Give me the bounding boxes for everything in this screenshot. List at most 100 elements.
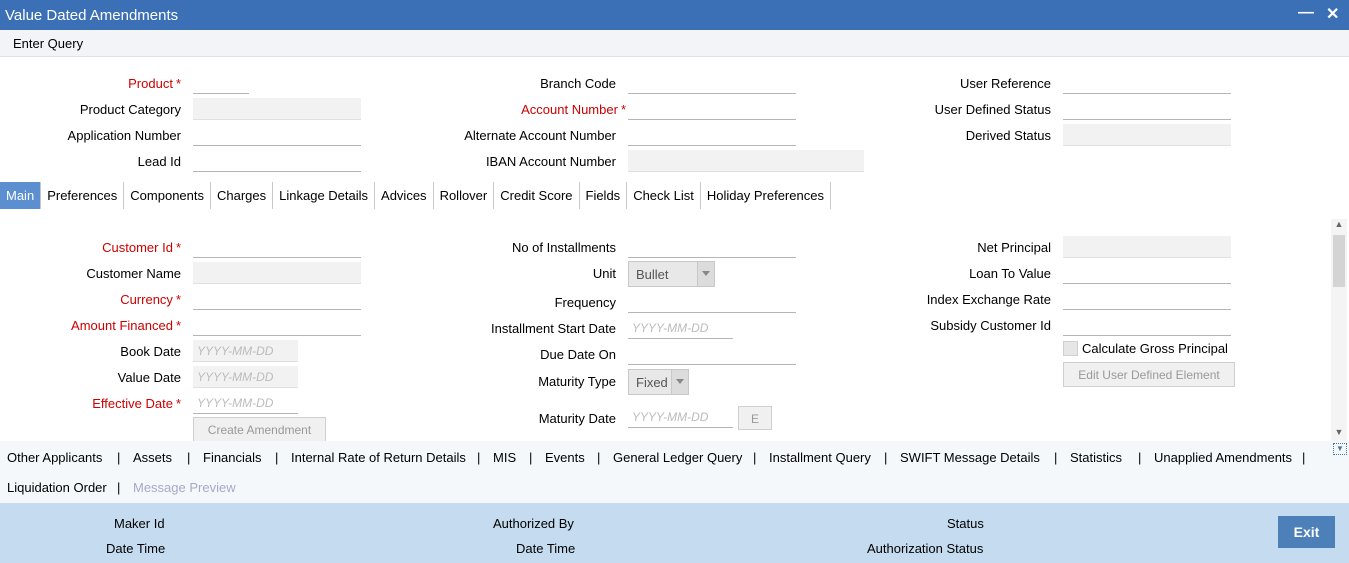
calculate-gross-principal-label: Calculate Gross Principal bbox=[1082, 341, 1228, 356]
link-separator: | bbox=[275, 450, 279, 465]
tab-fields[interactable]: Fields bbox=[580, 182, 628, 209]
book-date-input bbox=[193, 340, 298, 362]
link-statistics[interactable]: Statistics bbox=[1070, 450, 1122, 465]
product-input[interactable] bbox=[193, 72, 249, 94]
maturity-type-select[interactable]: Fixed bbox=[628, 369, 689, 395]
link-separator: | bbox=[753, 450, 757, 465]
tab-advices[interactable]: Advices bbox=[375, 182, 434, 209]
link-other-applicants[interactable]: Other Applicants bbox=[7, 450, 102, 465]
maturity-date-input[interactable] bbox=[628, 406, 733, 428]
customer-id-input[interactable] bbox=[193, 236, 361, 258]
account-number-label: Account Number * bbox=[521, 102, 626, 117]
calculate-gross-principal-checkbox[interactable] bbox=[1063, 341, 1078, 356]
link-separator: | bbox=[1138, 450, 1142, 465]
frequency-input[interactable] bbox=[628, 291, 796, 313]
user-reference-label: User Reference bbox=[959, 76, 1051, 91]
customer-id-label: Customer Id * bbox=[102, 240, 181, 255]
iban-account-number-label: IBAN Account Number bbox=[485, 154, 616, 169]
scroll-down-icon[interactable]: ▼ bbox=[1331, 427, 1347, 441]
subsidy-customer-id-input[interactable] bbox=[1063, 314, 1231, 336]
link-assets[interactable]: Assets bbox=[133, 450, 172, 465]
minimize-icon[interactable]: — bbox=[1298, 4, 1314, 22]
e-button[interactable]: E bbox=[738, 406, 772, 430]
alternate-account-number-input[interactable] bbox=[628, 124, 796, 146]
enter-query-menu[interactable]: Enter Query bbox=[13, 36, 83, 51]
derived-status-input bbox=[1063, 124, 1231, 146]
tab-charges[interactable]: Charges bbox=[211, 182, 274, 209]
amount-financed-label: Amount Financed * bbox=[71, 318, 181, 333]
checker-date-time-label: Date Time bbox=[516, 541, 576, 556]
tab-bar: Main Preferences Components Charges Link… bbox=[0, 182, 831, 209]
link-liquidation-order[interactable]: Liquidation Order bbox=[7, 480, 107, 495]
link-separator: | bbox=[117, 480, 121, 495]
link-separator: | bbox=[187, 450, 191, 465]
link-mis[interactable]: MIS bbox=[493, 450, 516, 465]
tab-main[interactable]: Main bbox=[0, 182, 42, 209]
authorized-by-label: Authorized By bbox=[493, 516, 574, 531]
application-number-input[interactable] bbox=[193, 124, 361, 146]
due-date-on-input[interactable] bbox=[628, 343, 796, 365]
menu-bar: Enter Query bbox=[0, 30, 1349, 57]
authorization-status-label: Authorization Status bbox=[867, 541, 984, 556]
link-separator: | bbox=[117, 450, 121, 465]
link-separator: | bbox=[477, 450, 481, 465]
create-amendment-button[interactable]: Create Amendment bbox=[193, 417, 326, 442]
branch-code-label: Branch Code bbox=[540, 76, 616, 91]
net-principal-label: Net Principal bbox=[977, 240, 1051, 255]
lead-id-input[interactable] bbox=[193, 150, 361, 172]
user-reference-input[interactable] bbox=[1063, 72, 1231, 94]
scrollbar-thumb[interactable] bbox=[1333, 235, 1345, 287]
effective-date-input[interactable] bbox=[193, 392, 298, 414]
link-general-ledger-query[interactable]: General Ledger Query bbox=[613, 450, 742, 465]
link-unapplied-amendments[interactable]: Unapplied Amendments bbox=[1154, 450, 1292, 465]
iban-account-number-input bbox=[628, 150, 864, 172]
link-events[interactable]: Events bbox=[545, 450, 585, 465]
edit-user-defined-element-button[interactable]: Edit User Defined Element bbox=[1063, 362, 1235, 387]
user-defined-status-input[interactable] bbox=[1063, 98, 1231, 120]
tab-credit-score[interactable]: Credit Score bbox=[494, 182, 580, 209]
maker-id-label: Maker Id bbox=[114, 516, 165, 531]
link-internal-rate-of-return-details[interactable]: Internal Rate of Return Details bbox=[291, 450, 466, 465]
amount-financed-input[interactable] bbox=[193, 314, 361, 336]
tab-linkage-details[interactable]: Linkage Details bbox=[273, 182, 376, 209]
tab-rollover[interactable]: Rollover bbox=[434, 182, 495, 209]
currency-input[interactable] bbox=[193, 288, 361, 310]
index-exchange-rate-input[interactable] bbox=[1063, 288, 1231, 310]
installment-start-date-input[interactable] bbox=[628, 317, 733, 339]
loan-to-value-label: Loan To Value bbox=[969, 266, 1051, 281]
link-separator: | bbox=[884, 450, 888, 465]
book-date-label: Book Date bbox=[120, 344, 181, 359]
maturity-date-label: Maturity Date bbox=[538, 411, 616, 426]
user-defined-status-label: User Defined Status bbox=[934, 102, 1051, 117]
link-swift-message-details[interactable]: SWIFT Message Details bbox=[900, 450, 1040, 465]
expand-icon[interactable]: ▼ bbox=[1333, 443, 1347, 455]
tab-holiday-preferences[interactable]: Holiday Preferences bbox=[701, 182, 831, 209]
link-message-preview[interactable]: Message Preview bbox=[133, 480, 236, 495]
effective-date-label: Effective Date * bbox=[92, 396, 181, 411]
product-category-input bbox=[193, 98, 361, 120]
customer-name-input bbox=[193, 262, 361, 284]
link-separator: | bbox=[1054, 450, 1058, 465]
tab-components[interactable]: Components bbox=[124, 182, 211, 209]
audit-footer bbox=[0, 503, 1349, 563]
link-financials[interactable]: Financials bbox=[203, 450, 262, 465]
loan-to-value-input[interactable] bbox=[1063, 262, 1231, 284]
unit-select[interactable]: Bullet bbox=[628, 261, 715, 287]
tab-preferences[interactable]: Preferences bbox=[41, 182, 125, 209]
link-separator: | bbox=[529, 450, 533, 465]
unit-label: Unit bbox=[592, 266, 616, 281]
link-installment-query[interactable]: Installment Query bbox=[769, 450, 871, 465]
vertical-scrollbar[interactable]: ▲ ▼ bbox=[1331, 219, 1347, 441]
tab-check-list[interactable]: Check List bbox=[627, 182, 701, 209]
no-of-installments-input[interactable] bbox=[628, 236, 796, 258]
unit-select-value: Bullet bbox=[636, 267, 669, 282]
scroll-up-icon[interactable]: ▲ bbox=[1331, 219, 1347, 233]
product-category-label: Product Category bbox=[79, 102, 181, 117]
branch-code-input[interactable] bbox=[628, 72, 796, 94]
alternate-account-number-label: Alternate Account Number bbox=[464, 128, 616, 143]
close-icon[interactable]: ✕ bbox=[1326, 4, 1339, 24]
product-label: Product * bbox=[128, 76, 181, 91]
exit-button[interactable]: Exit bbox=[1278, 516, 1335, 548]
maker-date-time-label: Date Time bbox=[106, 541, 166, 556]
account-number-input[interactable] bbox=[628, 98, 796, 120]
